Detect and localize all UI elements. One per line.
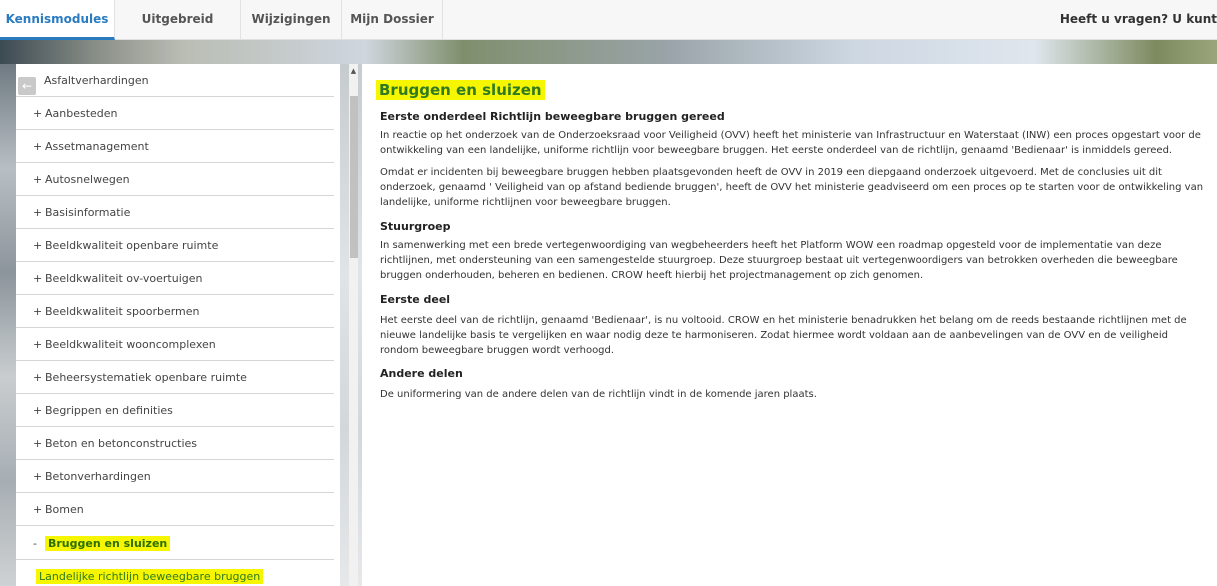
expand-icon: +	[33, 338, 43, 351]
sidebar-item-label: Bruggen en sluizen	[45, 536, 171, 551]
sidebar-item-label: Autosnelwegen	[45, 173, 130, 186]
sidebar-item-bruggen-en-sluizen[interactable]: - Bruggen en sluizen	[16, 527, 334, 560]
expand-icon: +	[33, 206, 43, 219]
expand-icon: +	[33, 272, 43, 285]
sidebar-item-beeldkwaliteit-ov-voertuigen[interactable]: + Beeldkwaliteit ov-voertuigen	[16, 262, 334, 295]
expand-icon: +	[33, 404, 43, 417]
sidebar-item-label: Asfaltverhardingen	[44, 74, 149, 87]
collapse-icon: -	[33, 537, 37, 550]
sidebar-item-beeldkwaliteit-wooncomplexen[interactable]: + Beeldkwaliteit wooncomplexen	[16, 328, 334, 361]
sidebar-item-asfaltverhardingen[interactable]: Asfaltverhardingen	[16, 64, 334, 97]
paragraph: Het eerste deel van de richtlijn, genaam…	[380, 315, 1187, 356]
page-title: Bruggen en sluizen	[376, 80, 545, 100]
sidebar-item-label: Bomen	[45, 503, 84, 516]
paragraph: De uniformering van de andere delen van …	[380, 389, 817, 400]
sidebar-item-beheersystematiek[interactable]: + Beheersystematiek openbare ruimte	[16, 361, 334, 394]
sidebar-item-label: Beeldkwaliteit ov-voertuigen	[45, 272, 203, 285]
paragraph: In samenwerking met een brede vertegenwo…	[380, 240, 1178, 281]
paragraph: Omdat er incidenten bij beweegbare brugg…	[380, 167, 1204, 208]
header-photo	[0, 40, 1217, 64]
sidebar-item-label: Beeldkwaliteit spoorbermen	[45, 305, 200, 318]
expand-icon: +	[33, 371, 43, 384]
expand-icon: +	[33, 305, 43, 318]
expand-icon: +	[33, 503, 43, 516]
expand-icon: +	[33, 239, 43, 252]
sidebar-item-beeldkwaliteit-spoorbermen[interactable]: + Beeldkwaliteit spoorbermen	[16, 295, 334, 328]
expand-icon: +	[33, 173, 43, 186]
expand-icon: +	[33, 140, 43, 153]
sidebar-item-basisinformatie[interactable]: + Basisinformatie	[16, 196, 334, 229]
sidebar-item-autosnelwegen[interactable]: + Autosnelwegen	[16, 163, 334, 196]
sidebar-item-label: Basisinformatie	[45, 206, 131, 219]
sidebar-subitem-landelijke-richtlijn[interactable]: Landelijke richtlijn beweegbare bruggen	[36, 569, 264, 584]
sidebar-item-begrippen[interactable]: + Begrippen en definities	[16, 394, 334, 427]
sidebar-item-label: Assetmanagement	[45, 140, 149, 153]
scroll-up-icon[interactable]: ▲	[349, 66, 358, 76]
expand-icon: +	[33, 470, 43, 483]
sidebar-item-label: Beeldkwaliteit wooncomplexen	[45, 338, 216, 351]
background-photo-left	[0, 64, 16, 586]
section-heading: Stuurgroep	[380, 220, 451, 233]
expand-icon: +	[33, 107, 43, 120]
sidebar-item-bomen[interactable]: + Bomen	[16, 493, 334, 526]
tab-kennismodules[interactable]: Kennismodules	[0, 0, 115, 40]
paragraph: In reactie op het onderzoek van de Onder…	[380, 130, 1201, 156]
sidebar-item-aanbesteden[interactable]: + Aanbesteden	[16, 97, 334, 130]
section-heading: Andere delen	[380, 367, 463, 380]
top-navigation: Kennismodules Uitgebreid Zoeken Wijzigin…	[0, 0, 1217, 64]
tab-uitgebreid-zoeken[interactable]: Uitgebreid Zoeken	[115, 0, 241, 64]
sidebar-item-label: Betonverhardingen	[45, 470, 151, 483]
sidebar-item-label: Beheersystematiek openbare ruimte	[45, 371, 247, 384]
tab-mijn-dossier[interactable]: Mijn Dossier	[342, 0, 443, 40]
sidebar-item-label: Begrippen en definities	[45, 404, 173, 417]
sidebar-item-beton[interactable]: + Beton en betonconstructies	[16, 427, 334, 460]
help-text[interactable]: Heeft u vragen? U kunt	[1060, 0, 1217, 40]
sidebar-item-beeldkwaliteit-openbare-ruimte[interactable]: + Beeldkwaliteit openbare ruimte	[16, 229, 334, 262]
section-heading: Eerste onderdeel Richtlijn beweegbare br…	[380, 110, 725, 123]
section-heading: Eerste deel	[380, 293, 451, 306]
sidebar-item-betonverhardingen[interactable]: + Betonverhardingen	[16, 460, 334, 493]
sidebar-item-assetmanagement[interactable]: + Assetmanagement	[16, 130, 334, 163]
tab-wijzigingen[interactable]: Wijzigingen	[241, 0, 342, 40]
sidebar-item-label: Beeldkwaliteit openbare ruimte	[45, 239, 219, 252]
scrollbar-thumb[interactable]	[350, 96, 358, 258]
expand-icon: +	[33, 437, 43, 450]
sidebar-item-label: Aanbesteden	[45, 107, 118, 120]
sidebar-item-label: Beton en betonconstructies	[45, 437, 198, 450]
